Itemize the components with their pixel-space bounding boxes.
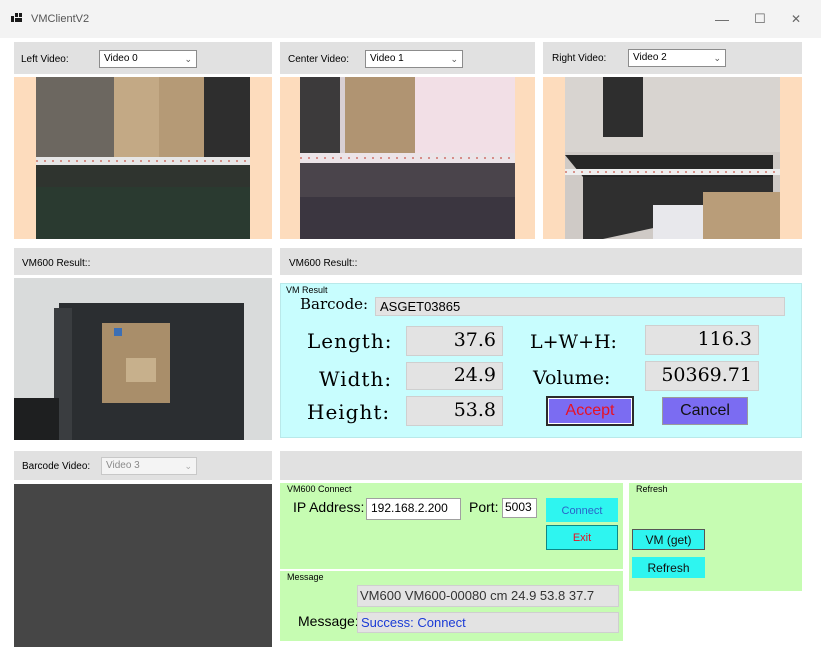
- width-label: Width:: [319, 367, 393, 391]
- ip-address-label: IP Address:: [293, 499, 365, 515]
- message-group: Message VM600 VM600-00080 cm 24.9 53.8 3…: [280, 571, 623, 641]
- vm-result-group: VM Result Barcode: ASGET03865 Length: 37…: [280, 283, 802, 438]
- volume-value: 50369.71: [645, 361, 759, 391]
- vm600-connect-title: VM600 Connect: [287, 484, 352, 494]
- chevron-down-icon: ⌄: [184, 54, 192, 64]
- title-bar: VMClientV2 — ☐ ✕: [0, 0, 821, 38]
- length-label: Length:: [307, 329, 393, 353]
- barcode-video-label: Barcode Video:: [22, 461, 91, 472]
- center-camera-image: [300, 77, 515, 239]
- package-top-view-image: [14, 278, 272, 440]
- refresh-button[interactable]: Refresh: [632, 557, 705, 578]
- vm600-connect-group: VM600 Connect IP Address: 192.168.2.200 …: [280, 483, 623, 569]
- connect-header-bar: [280, 451, 802, 480]
- port-label: Port:: [469, 499, 499, 515]
- right-video-feed: [543, 77, 802, 239]
- connect-button[interactable]: Connect: [546, 498, 618, 522]
- right-video-select[interactable]: Video 2 ⌄: [628, 49, 726, 67]
- barcode-video-bar: Barcode Video: Video 3 ⌄: [14, 451, 272, 480]
- minimize-button[interactable]: —: [707, 8, 737, 30]
- center-video-select[interactable]: Video 1 ⌄: [365, 50, 463, 68]
- exit-button[interactable]: Exit: [546, 525, 618, 550]
- height-value: 53.8: [406, 396, 503, 426]
- right-video-label: Right Video:: [552, 53, 607, 64]
- refresh-group: Refresh VM (get) Refresh: [629, 483, 802, 591]
- vm-result-title: VM Result: [286, 285, 328, 295]
- volume-label: Volume:: [533, 367, 611, 389]
- chevron-down-icon: ⌄: [713, 53, 721, 63]
- message-label: Message:: [298, 613, 359, 629]
- barcode-label: Barcode:: [300, 295, 369, 313]
- center-video-value: Video 1: [370, 53, 404, 64]
- left-video-value: Video 0: [104, 53, 138, 64]
- cancel-button[interactable]: Cancel: [662, 397, 748, 425]
- window-title: VMClientV2: [31, 13, 90, 25]
- barcode-video-feed: [14, 484, 272, 647]
- center-video-feed: [280, 77, 535, 239]
- left-camera-image: [36, 77, 250, 239]
- app-icon: [11, 13, 22, 22]
- close-button[interactable]: ✕: [781, 8, 811, 30]
- message-title: Message: [287, 572, 324, 582]
- vm-get-button[interactable]: VM (get): [632, 529, 705, 550]
- barcode-video-value: Video 3: [106, 460, 140, 471]
- center-video-bar: Center Video: Video 1 ⌄: [280, 42, 535, 74]
- left-video-feed: [14, 77, 272, 239]
- left-video-bar: Left Video: Video 0 ⌄: [14, 42, 272, 74]
- result-image: [14, 278, 272, 440]
- chevron-down-icon: ⌄: [450, 54, 458, 64]
- ip-address-input[interactable]: 192.168.2.200: [366, 498, 461, 520]
- result-right-label: VM600 Result::: [289, 258, 358, 269]
- barcode-field: ASGET03865: [375, 297, 785, 316]
- right-video-value: Video 2: [633, 52, 667, 63]
- message-text: Success: Connect: [357, 612, 619, 633]
- chevron-down-icon: ⌄: [184, 461, 192, 471]
- length-value: 37.6: [406, 326, 503, 356]
- result-left-label: VM600 Result::: [22, 258, 91, 269]
- left-video-label: Left Video:: [21, 54, 69, 65]
- lwh-label: L+W+H:: [530, 331, 617, 353]
- port-input[interactable]: 5003: [502, 498, 537, 518]
- right-video-bar: Right Video: Video 2 ⌄: [543, 42, 802, 74]
- maximize-button[interactable]: ☐: [745, 8, 775, 30]
- right-camera-image: [565, 77, 780, 239]
- barcode-video-select[interactable]: Video 3 ⌄: [101, 457, 197, 475]
- refresh-title: Refresh: [636, 484, 668, 494]
- center-video-label: Center Video:: [288, 54, 349, 65]
- height-label: Height:: [307, 400, 391, 424]
- result-right-bar: VM600 Result::: [280, 248, 802, 275]
- result-left-bar: VM600 Result::: [14, 248, 272, 275]
- left-video-select[interactable]: Video 0 ⌄: [99, 50, 197, 68]
- accept-button[interactable]: Accept: [546, 396, 634, 426]
- width-value: 24.9: [406, 362, 503, 390]
- lwh-value: 116.3: [645, 325, 759, 355]
- message-data-line: VM600 VM600-00080 cm 24.9 53.8 37.7: [357, 585, 619, 607]
